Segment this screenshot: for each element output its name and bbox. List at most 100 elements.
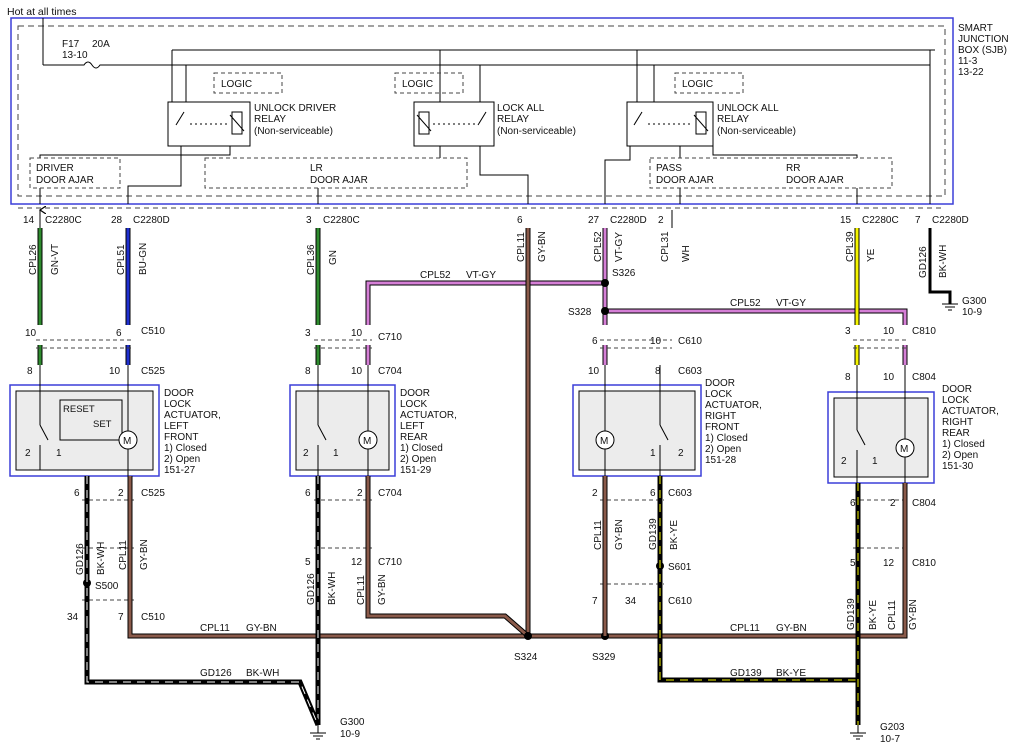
fuse-f17: F17 20A 13-10 [43, 39, 930, 69]
motor-label: M [363, 436, 371, 447]
svg-text:DOOR: DOOR [400, 388, 430, 399]
connector-pin: 6 [517, 215, 523, 226]
svg-text:3: 3 [305, 328, 311, 339]
svg-text:1) Closed: 1) Closed [705, 433, 748, 444]
svg-text:6: 6 [650, 488, 656, 499]
wire-cpl52 [365, 228, 908, 365]
svg-text:151-28: 151-28 [705, 455, 737, 466]
circuit-label: GD126 [918, 246, 929, 278]
svg-text:REAR: REAR [942, 428, 970, 439]
svg-text:28: 28 [111, 215, 123, 226]
logic-boxes: LOGIC LOGIC LOGIC [213, 72, 744, 94]
svg-text:RIGHT: RIGHT [705, 411, 736, 422]
connector-label: C610 [678, 336, 702, 347]
svg-text:LOCK: LOCK [705, 389, 733, 400]
svg-text:151-30: 151-30 [942, 461, 974, 472]
connector-label: C610 [668, 596, 692, 607]
svg-text:C2280C: C2280C [323, 215, 360, 226]
svg-text:2) Open: 2) Open [400, 454, 436, 465]
svg-text:2: 2 [890, 498, 896, 509]
pin-label: 2 [678, 448, 684, 459]
motor-label: M [600, 436, 608, 447]
circuit-label: CPL52 [730, 298, 761, 309]
circuit-label: CPL51 [116, 244, 127, 275]
switch-label: DOOR AJAR [36, 175, 94, 186]
svg-text:6: 6 [850, 498, 856, 509]
svg-text:151-27: 151-27 [164, 465, 196, 476]
svg-text:12: 12 [351, 557, 363, 568]
fuse-ref: 13-10 [62, 50, 88, 61]
switch-label: LR [310, 163, 323, 174]
svg-text:10: 10 [883, 326, 895, 337]
circuit-color: VT-GY [776, 298, 806, 309]
svg-text:DOOR: DOOR [705, 378, 735, 389]
svg-text:ACTUATOR,: ACTUATOR, [164, 410, 221, 421]
svg-text:3: 3 [306, 215, 312, 226]
svg-text:34: 34 [625, 596, 637, 607]
circuit-label: CPL11 [730, 623, 760, 634]
svg-text:10: 10 [883, 372, 895, 383]
circuit-color: GY-BN [246, 623, 277, 634]
svg-text:1) Closed: 1) Closed [400, 443, 443, 454]
pin-label: 1 [333, 448, 339, 459]
relay-name: LOCK ALL [497, 103, 545, 114]
fuse-rating: 20A [92, 39, 110, 50]
svg-text:10: 10 [109, 366, 121, 377]
connector-pin: 7 C2280D [915, 215, 969, 226]
svg-text:BK-YE: BK-YE [669, 520, 680, 550]
connector-label: C603 [668, 488, 692, 499]
relay-word: RELAY [497, 114, 529, 125]
switch-label: DRIVER [36, 163, 74, 174]
circuit-label: CPL52 [593, 231, 604, 262]
svg-text:GD126: GD126 [306, 573, 317, 605]
pin-label: 2 [25, 448, 31, 459]
svg-text:G300: G300 [962, 296, 987, 307]
svg-text:6: 6 [116, 328, 122, 339]
actuator-right-rear: M 2 1 DOOR LOCK ACTUATOR, RIGHT REAR 1) … [827, 365, 999, 725]
svg-text:14: 14 [23, 215, 35, 226]
svg-text:FRONT: FRONT [164, 432, 198, 443]
sjb-line: SMART [958, 23, 993, 34]
connector-label: C704 [378, 366, 402, 377]
switch-label: DOOR AJAR [310, 175, 368, 186]
connector-label: C525 [141, 366, 165, 377]
relay-note: (Non-serviceable) [497, 126, 576, 137]
connector-pin: 27 C2280D [588, 215, 647, 226]
splice-label: S500 [95, 581, 119, 592]
circuit-label: CPL36 [306, 244, 317, 275]
connector-label: C510 [141, 326, 165, 337]
splice-label: S328 [568, 307, 592, 318]
relay-note: (Non-serviceable) [254, 126, 333, 137]
connector-label: C710 [378, 557, 402, 568]
connector-pin: 28 C2280D [111, 215, 170, 226]
set-label: SET [93, 419, 112, 430]
svg-text:5: 5 [850, 558, 856, 569]
svg-text:FRONT: FRONT [705, 422, 739, 433]
svg-text:2) Open: 2) Open [942, 450, 978, 461]
circuit-label: CPL11 [516, 232, 527, 262]
svg-text:LOCK: LOCK [942, 395, 970, 406]
svg-text:5: 5 [305, 557, 311, 568]
relay-name: UNLOCK DRIVER [254, 103, 336, 114]
relay-word: RELAY [717, 114, 749, 125]
svg-text:2: 2 [658, 215, 664, 226]
motor-label: M [900, 444, 908, 455]
svg-text:C2280C: C2280C [45, 215, 82, 226]
ground-g203: G203 10-7 [850, 722, 905, 745]
switch-label: RR [786, 163, 800, 174]
circuit-label: CPL11 [200, 623, 230, 634]
svg-text:3: 3 [845, 326, 851, 337]
sjb-line: 11-3 [958, 56, 978, 67]
connector-label: C810 [912, 326, 936, 337]
circuit-color: VT-GY [614, 232, 625, 262]
svg-text:6: 6 [517, 215, 523, 226]
connector-label: C710 [378, 332, 402, 343]
wire-cpl11 [127, 228, 908, 639]
svg-text:G300: G300 [340, 717, 365, 728]
svg-text:8: 8 [845, 372, 851, 383]
unlock-all-relay: UNLOCK ALL RELAY (Non-serviceable) [626, 101, 796, 147]
switch-label: DOOR AJAR [786, 175, 844, 186]
circuit-color: WH [681, 245, 692, 262]
pin-label: 2 [303, 448, 309, 459]
svg-text:10-9: 10-9 [340, 729, 360, 740]
